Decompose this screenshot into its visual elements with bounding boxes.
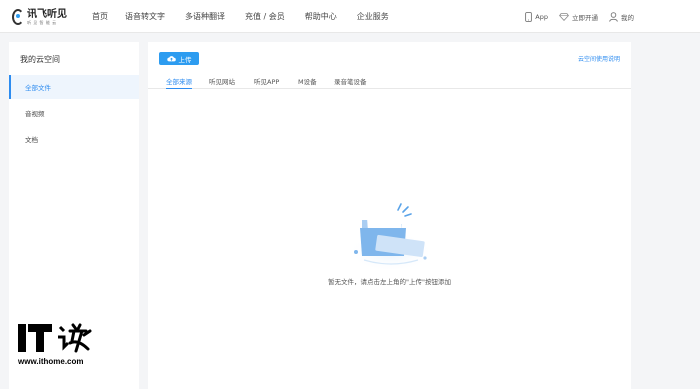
empty-folder-illustration	[347, 203, 435, 272]
account-label: 我的	[621, 13, 634, 22]
user-icon	[609, 11, 618, 22]
sidebar-item-audio-video[interactable]: 音视频	[9, 101, 139, 125]
sidebar-title: 我的云空间	[20, 55, 60, 64]
ithome-url: www.ithome.com	[18, 357, 84, 366]
ithome-watermark: www.ithome.com	[18, 321, 102, 371]
tab-recorder-device[interactable]: 录音笔设备	[334, 76, 367, 89]
diamond-icon	[559, 12, 569, 21]
vip-label: 立即开通	[572, 13, 598, 22]
tab-all-sources[interactable]: 全部来源	[166, 76, 192, 89]
app-label: App	[535, 12, 548, 21]
cloud-upload-icon	[166, 56, 176, 62]
logo-icon	[12, 9, 24, 25]
upload-label: 上传	[178, 55, 192, 64]
nav-speech-to-text[interactable]: 语音转文字	[125, 11, 165, 22]
empty-state-message: 暂无文件，请点击左上角的"上传"按钮添加	[328, 278, 451, 286]
nav-home[interactable]: 首页	[92, 11, 108, 22]
tab-website[interactable]: 听见网站	[209, 76, 235, 89]
tab-m-device[interactable]: M设备	[298, 76, 317, 89]
sidebar-item-all-files[interactable]: 全部文件	[9, 75, 139, 99]
phone-icon	[525, 11, 533, 22]
nav-help[interactable]: 帮助中心	[305, 11, 337, 22]
nav-enterprise[interactable]: 企业服务	[357, 11, 389, 22]
source-tabs: 全部来源 听见网站 听见APP M设备 录音笔设备	[148, 73, 631, 89]
logo-subtitle: 听 见 智 能 云	[27, 19, 57, 25]
nav-translation[interactable]: 多语种翻译	[185, 11, 225, 22]
main-panel: 上传 云空间使用说明 全部来源 听见网站 听见APP M设备 录音笔设备 暂无文…	[148, 42, 631, 389]
logo-title: 讯飞听见	[27, 8, 67, 20]
ithome-logo	[18, 323, 92, 353]
nav-recharge[interactable]: 充值 / 会员	[245, 11, 285, 22]
top-header: 讯飞听见 听 见 智 能 云 首页 语音转文字 多语种翻译 充值 / 会员 帮助…	[0, 0, 700, 33]
logo[interactable]: 讯飞听见 听 见 智 能 云	[12, 7, 67, 27]
right-gutter	[631, 33, 700, 389]
vip-link[interactable]: 立即开通	[559, 12, 598, 22]
account-link[interactable]: 我的	[609, 11, 634, 22]
main-nav: 首页 语音转文字 多语种翻译 充值 / 会员 帮助中心 企业服务	[92, 0, 409, 33]
sidebar-item-documents[interactable]: 文档	[9, 127, 139, 151]
tab-app[interactable]: 听见APP	[254, 76, 279, 89]
header-actions: App 立即开通 我的	[514, 0, 634, 33]
app-link[interactable]: App	[525, 11, 548, 22]
upload-button[interactable]: 上传	[159, 52, 199, 65]
help-link[interactable]: 云空间使用说明	[578, 54, 620, 63]
